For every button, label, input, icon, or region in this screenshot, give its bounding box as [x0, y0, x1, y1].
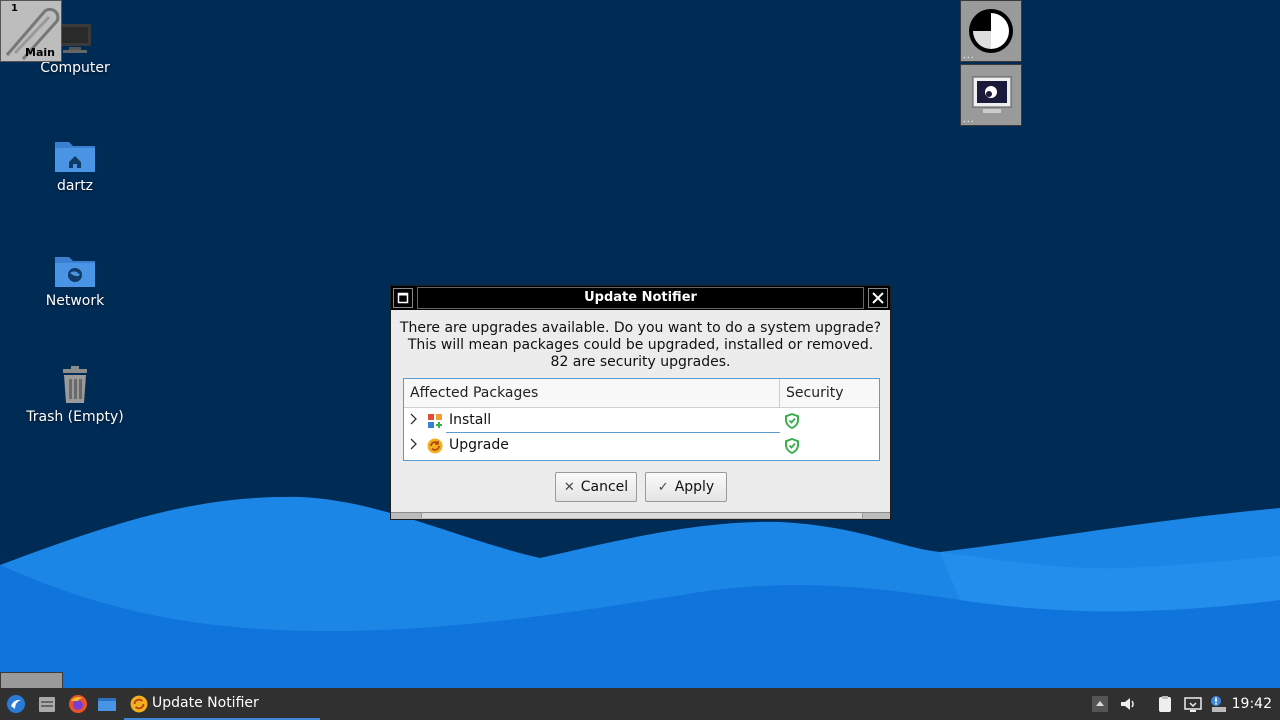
clock-applet-icon	[969, 9, 1013, 53]
workspace-pager[interactable]: 1 Main	[0, 0, 62, 62]
network-folder-icon	[55, 257, 95, 287]
row-selection-underline	[446, 432, 780, 433]
workspace-number: 1	[11, 3, 18, 14]
checkmark-icon: ✓	[657, 479, 669, 495]
monitor-icon	[972, 76, 1012, 113]
start-menu-icon[interactable]	[6, 694, 26, 714]
tree-row-install[interactable]: Install	[404, 409, 879, 433]
window-title: Update Notifier	[417, 287, 864, 309]
close-button[interactable]	[868, 288, 888, 308]
dock-dots: ...	[963, 51, 975, 61]
row-label: Upgrade	[449, 437, 509, 453]
shield-check-icon	[785, 413, 799, 429]
upgrade-package-icon	[130, 695, 148, 713]
firefox-icon[interactable]	[68, 694, 88, 714]
upgrade-package-icon	[427, 438, 443, 454]
message-line: 82 are security upgrades.	[550, 354, 731, 370]
close-icon	[872, 292, 884, 304]
install-package-icon	[428, 414, 442, 428]
chevron-right-icon	[410, 438, 417, 450]
trash-icon	[63, 366, 87, 403]
dock-tile-bottom[interactable]	[0, 672, 63, 688]
cancel-button[interactable]: ✕ Cancel	[555, 472, 637, 502]
volume-icon[interactable]	[1119, 695, 1137, 713]
tree-header: Affected Packages Security	[404, 379, 879, 408]
update-notifier-dialog: Update Notifier There are upgrades avail…	[390, 285, 891, 520]
clock[interactable]: 19:42	[1232, 696, 1272, 712]
taskbar: Update Notifier 19:42	[0, 688, 1280, 720]
workspace-name: Main	[25, 46, 55, 59]
network-monitor-icon[interactable]	[1184, 695, 1202, 713]
home-folder-icon	[55, 142, 95, 172]
desktop-icon-label: dartz	[56, 178, 94, 194]
expander-icon[interactable]	[410, 438, 418, 453]
column-divider[interactable]	[779, 379, 780, 407]
desktop-icon-home-folder[interactable]: dartz	[15, 136, 135, 194]
task-label: Update Notifier	[152, 695, 259, 711]
expander-icon[interactable]	[410, 413, 418, 428]
close-icon: ✕	[563, 479, 575, 495]
clipboard-icon[interactable]	[1156, 695, 1174, 713]
message-line: There are upgrades available. Do you wan…	[399, 320, 882, 336]
shield-check-icon	[785, 438, 799, 454]
apply-button-label: Apply	[674, 479, 715, 495]
chevron-right-icon	[410, 413, 417, 425]
apply-button[interactable]: ✓ Apply	[645, 472, 727, 502]
update-available-icon[interactable]	[1210, 695, 1228, 713]
column-header-security[interactable]: Security	[786, 385, 844, 401]
desktop-icon-label: Network	[45, 293, 105, 309]
dock-dots: ...	[963, 115, 975, 125]
window-restore-icon	[397, 292, 409, 304]
maximize-button[interactable]	[393, 288, 413, 308]
message-line: This will mean packages could be upgrade…	[407, 337, 874, 353]
taskbar-task-update-notifier[interactable]: Update Notifier	[124, 688, 320, 720]
cancel-button-label: Cancel	[580, 479, 629, 495]
desktop-icon-trash[interactable]: Trash (Empty)	[15, 365, 135, 425]
dock-tile-1[interactable]: ...	[960, 0, 1022, 62]
tray-arrow-up-icon[interactable]	[1091, 695, 1109, 713]
dock-tile-2[interactable]: ...	[960, 64, 1022, 126]
packages-tree[interactable]: Affected Packages Security Install Upgra…	[403, 378, 880, 461]
show-desktop-icon[interactable]	[97, 694, 117, 714]
horizontal-scrollbar[interactable]	[391, 512, 890, 519]
desktop-icon-label: Computer	[40, 60, 110, 76]
desktop-icon-network[interactable]: Network	[15, 251, 135, 309]
column-header-packages[interactable]: Affected Packages	[410, 385, 538, 401]
row-label: Install	[449, 412, 492, 428]
scrollbar-thumb[interactable]	[421, 513, 863, 518]
desktop-icon-label: Trash (Empty)	[26, 409, 124, 425]
tree-row-upgrade[interactable]: Upgrade	[404, 434, 879, 458]
titlebar[interactable]: Update Notifier	[391, 286, 890, 310]
file-manager-icon[interactable]	[37, 694, 57, 714]
